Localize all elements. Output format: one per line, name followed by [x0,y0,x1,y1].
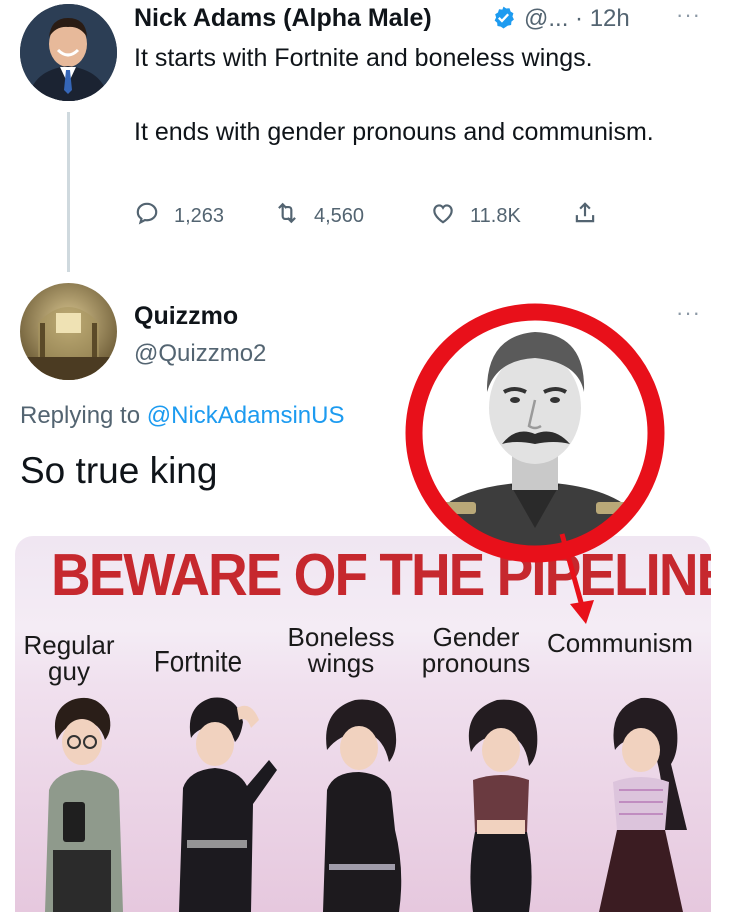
author-name[interactable]: Nick Adams (Alpha Male) [134,4,432,33]
more-icon[interactable]: ··· [676,300,701,326]
reply-count: 1,263 [174,204,225,227]
tweet-paragraph: It starts with Fortnite and boneless win… [134,44,593,72]
figure-regular-guy [45,697,123,912]
reply-button[interactable]: 1,263 [134,200,224,232]
like-icon [430,200,456,232]
thread-connector-line [67,112,70,272]
stage-label-fortnite: Fortnite [153,643,243,679]
arrow-to-communism [559,533,594,624]
replying-prefix: Replying to [20,402,147,429]
retweet-button[interactable]: 4,560 [274,200,364,232]
tweet-text: It starts with Fortnite and boneless win… [134,40,714,151]
retweet-count: 4,560 [314,204,365,227]
share-icon [572,200,598,232]
share-button[interactable] [572,200,598,232]
figure-fortnite [179,697,277,912]
replying-to: Replying to @NickAdamsinUS [20,402,345,430]
more-icon[interactable]: ··· [676,2,701,28]
tweet-paragraph: It ends with gender pronouns and communi… [134,118,654,146]
author-handle-time[interactable]: @... · 12h [524,5,630,33]
stalin-portrait-annotation [405,303,665,563]
author-handle[interactable]: @Quizzmo2 [134,340,266,368]
reply-text: So true king [20,450,218,491]
replying-handle-link[interactable]: @NickAdamsinUS [147,402,345,429]
figure-gender-pronouns [468,699,538,912]
stage-label-regular-guy: Regular guy [23,630,115,686]
verified-icon [491,5,516,30]
author-name[interactable]: Quizzmo [134,302,238,331]
reply-icon [134,200,160,232]
avatar-nick-adams[interactable] [20,4,117,101]
like-count: 11.8K [470,204,521,227]
stage-label-communism: Communism [547,628,693,658]
stage-label-gender-pronouns: Gender pronouns [421,622,531,678]
like-button[interactable]: 11.8K [430,200,521,232]
retweet-icon [274,200,300,232]
avatar-quizzmo[interactable] [20,283,117,380]
stage-label-boneless-wings: Boneless wings [287,622,395,678]
figure-boneless-wings [323,699,402,912]
figure-communism [599,697,687,912]
